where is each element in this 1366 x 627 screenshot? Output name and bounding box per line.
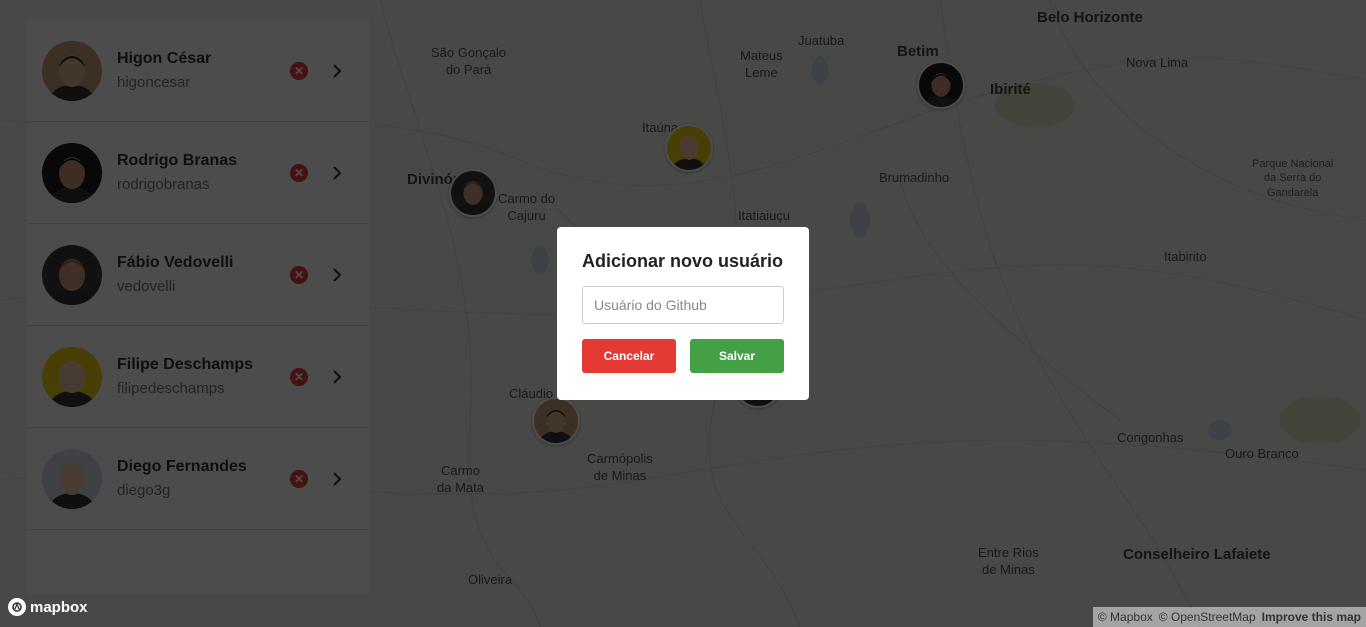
- add-user-modal: Adicionar novo usuário Cancelar Salvar: [557, 227, 809, 400]
- github-username-input[interactable]: [582, 286, 784, 324]
- save-button[interactable]: Salvar: [690, 339, 784, 373]
- modal-actions: Cancelar Salvar: [582, 339, 784, 373]
- mapbox-logo[interactable]: mapbox: [8, 598, 88, 616]
- improve-map-link[interactable]: Improve this map: [1262, 610, 1361, 624]
- mapbox-logo-text: mapbox: [30, 598, 88, 616]
- attribution-mapbox-link[interactable]: © Mapbox: [1098, 610, 1153, 624]
- mapbox-logo-icon: [8, 598, 26, 616]
- cancel-button[interactable]: Cancelar: [582, 339, 676, 373]
- modal-title: Adicionar novo usuário: [582, 251, 784, 271]
- attribution-osm-link[interactable]: © OpenStreetMap: [1159, 610, 1256, 624]
- map-attribution: © Mapbox © OpenStreetMap Improve this ma…: [1092, 607, 1366, 627]
